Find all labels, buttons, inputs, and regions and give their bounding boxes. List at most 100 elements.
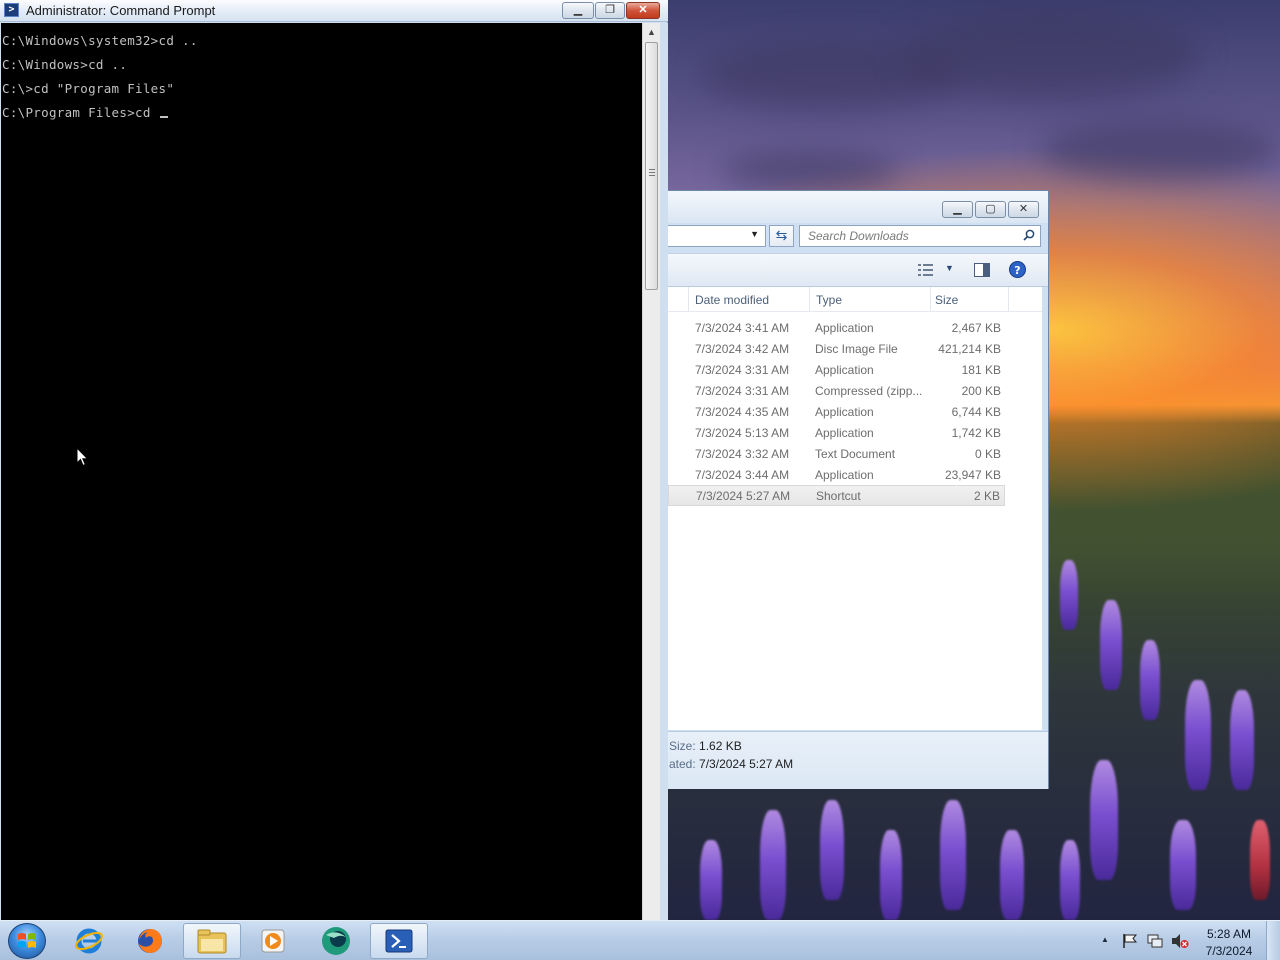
chevron-down-icon: ▼ — [945, 263, 954, 273]
detail-created-value: 7/3/2024 5:27 AM — [699, 757, 794, 771]
file-type: Compressed (zipp... — [815, 384, 923, 398]
folder-icon — [197, 929, 227, 954]
file-type: Application — [815, 321, 874, 335]
file-row[interactable]: 7/3/2024 4:35 AM Application 6,744 KB — [668, 402, 1005, 423]
file-row[interactable]: 7/3/2024 3:32 AM Text Document 0 KB — [668, 444, 1005, 465]
file-size: 23,947 KB — [944, 468, 1001, 482]
explorer-window[interactable]: ▁ ▢ ✕ ▼ ⇆ Search Downloads ▼ ? Date modi… — [668, 190, 1049, 789]
taskbar-command-prompt[interactable] — [370, 923, 428, 959]
command-bar: ▼ ? — [668, 253, 1048, 287]
file-size: 1,742 KB — [951, 426, 1001, 440]
minimize-icon: ▁ — [573, 4, 583, 16]
explorer-maximize-button[interactable]: ▢ — [975, 201, 1006, 218]
file-list[interactable]: Date modified Type Size 7/3/2024 3:41 AM… — [668, 287, 1042, 730]
preview-pane-button[interactable] — [973, 262, 991, 280]
show-hidden-icons-button[interactable]: ▲ — [1101, 935, 1109, 944]
show-desktop-button[interactable] — [1266, 921, 1280, 960]
column-header: Date modified Type Size — [668, 287, 1042, 312]
taskbar-firefox[interactable] — [121, 923, 179, 959]
taskbar-browser[interactable] — [307, 923, 365, 959]
column-type[interactable]: Type — [816, 293, 842, 307]
help-button[interactable]: ? — [1009, 261, 1027, 280]
file-row[interactable]: 7/3/2024 5:13 AM Application 1,742 KB — [668, 423, 1005, 444]
network-icon[interactable] — [1147, 933, 1163, 949]
file-row[interactable]: 7/3/2024 3:31 AM Application 181 KB — [668, 360, 1005, 381]
detail-created-label: ated: — [669, 757, 696, 771]
console-line: C:\Program Files>cd — [2, 105, 159, 120]
minimize-button[interactable]: ▁ — [562, 2, 594, 19]
file-date: 7/3/2024 3:31 AM — [695, 384, 790, 398]
help-icon: ? — [1009, 261, 1026, 278]
refresh-icon: ⇆ — [775, 227, 788, 243]
detail-size: Size: 1.62 KB — [669, 739, 742, 753]
text-cursor — [159, 116, 168, 118]
file-type: Disc Image File — [815, 342, 898, 356]
file-type: Application — [815, 468, 874, 482]
preview-pane-icon — [974, 263, 990, 277]
search-input[interactable]: Search Downloads — [799, 225, 1041, 247]
command-prompt-window[interactable]: > Administrator: Command Prompt ▁ ❐ ✕ C:… — [0, 0, 668, 920]
file-size: 2,467 KB — [951, 321, 1001, 335]
file-row[interactable]: 7/3/2024 3:42 AM Disc Image File 421,214… — [668, 339, 1005, 360]
file-size: 181 KB — [961, 363, 1001, 377]
search-placeholder: Search Downloads — [808, 229, 909, 243]
file-date: 7/3/2024 3:32 AM — [695, 447, 790, 461]
globe-icon — [322, 927, 350, 955]
file-row[interactable]: 7/3/2024 3:41 AM Application 2,467 KB — [668, 318, 1005, 339]
svg-text:?: ? — [1014, 264, 1020, 277]
action-center-flag-icon[interactable] — [1122, 933, 1138, 949]
column-size[interactable]: Size — [935, 293, 958, 307]
column-date-modified[interactable]: Date modified — [695, 293, 769, 307]
explorer-titlebar[interactable]: ▁ ▢ ✕ — [668, 191, 1048, 223]
file-date: 7/3/2024 5:27 AM — [696, 489, 791, 503]
scroll-thumb[interactable] — [645, 42, 658, 290]
volume-muted-icon[interactable] — [1171, 933, 1189, 949]
chevron-down-icon[interactable]: ▼ — [750, 229, 759, 239]
scroll-up-icon[interactable]: ▲ — [643, 23, 660, 41]
detail-created: ated: 7/3/2024 5:27 AM — [669, 757, 793, 771]
file-row[interactable]: 7/3/2024 3:31 AM Compressed (zipp... 200… — [668, 381, 1005, 402]
cmd-icon: > — [4, 3, 19, 17]
address-bar[interactable]: ▼ — [668, 225, 766, 247]
media-player-icon — [261, 929, 285, 953]
detail-size-value: 1.62 KB — [699, 739, 742, 753]
internet-explorer-icon — [75, 928, 103, 954]
start-button[interactable] — [8, 923, 46, 959]
file-type: Text Document — [815, 447, 896, 461]
file-date: 7/3/2024 3:44 AM — [695, 468, 790, 482]
console-output[interactable]: C:\Windows\system32>cd .. C:\Windows>cd … — [1, 23, 642, 920]
file-size: 421,214 KB — [938, 342, 1001, 356]
taskbar-internet-explorer[interactable] — [60, 923, 118, 959]
console-prompt-line[interactable]: C:\Program Files>cd — [1, 106, 642, 130]
view-options-button[interactable]: ▼ — [918, 262, 956, 280]
file-row[interactable]: 7/3/2024 3:44 AM Application 23,947 KB — [668, 465, 1005, 486]
close-icon: ✕ — [1018, 203, 1029, 215]
cmd-titlebar[interactable]: > Administrator: Command Prompt ▁ ❐ ✕ — [0, 0, 668, 22]
restore-icon: ❐ — [605, 4, 615, 16]
restore-button[interactable]: ❐ — [595, 2, 625, 19]
cmd-scrollbar[interactable]: ▲ — [642, 23, 660, 920]
explorer-minimize-button[interactable]: ▁ — [942, 201, 973, 218]
file-date: 7/3/2024 3:41 AM — [695, 321, 790, 335]
file-size: 6,744 KB — [951, 405, 1001, 419]
clock-date: 7/3/2024 — [1205, 944, 1253, 958]
windows-logo-icon — [18, 933, 36, 948]
file-type: Shortcut — [816, 489, 861, 503]
command-prompt-icon — [385, 929, 413, 953]
search-icon[interactable] — [1023, 229, 1035, 241]
taskbar-media-player[interactable] — [244, 923, 302, 959]
file-size: 200 KB — [961, 384, 1001, 398]
taskbar: ▲ 5:28 AM 7/3/2024 — [0, 920, 1280, 960]
explorer-close-button[interactable]: ✕ — [1008, 201, 1039, 218]
minimize-icon: ▁ — [953, 203, 962, 215]
clock-time: 5:28 AM — [1206, 927, 1252, 941]
file-date: 7/3/2024 3:31 AM — [695, 363, 790, 377]
close-button[interactable]: ✕ — [626, 2, 660, 19]
system-clock[interactable]: 5:28 AM 7/3/2024 — [1196, 926, 1262, 960]
detail-size-label: Size: — [669, 739, 696, 753]
refresh-button[interactable]: ⇆ — [769, 225, 794, 247]
taskbar-file-explorer[interactable] — [183, 923, 241, 959]
file-row-selected[interactable]: 7/3/2024 5:27 AM Shortcut 2 KB — [668, 485, 1005, 506]
file-date: 7/3/2024 4:35 AM — [695, 405, 790, 419]
grip-icon — [649, 169, 655, 176]
